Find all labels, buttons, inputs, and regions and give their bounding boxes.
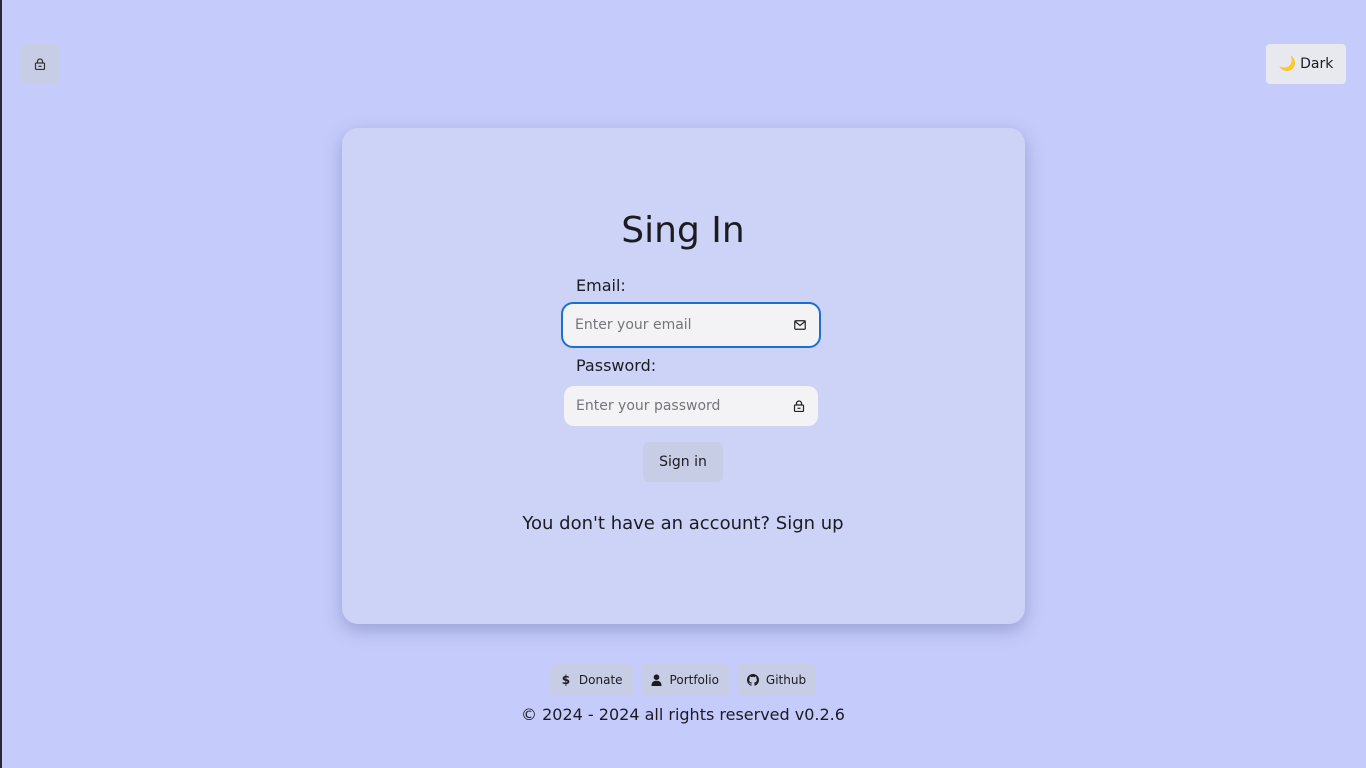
portfolio-label: Portfolio xyxy=(669,673,719,687)
portfolio-link[interactable]: Portfolio xyxy=(640,664,729,696)
github-label: Github xyxy=(765,673,807,687)
signin-button[interactable]: Sign in xyxy=(643,442,723,482)
password-label: Password: xyxy=(576,356,657,375)
moon-icon: 🌙 xyxy=(1278,56,1297,72)
lock-icon xyxy=(34,58,46,70)
github-icon xyxy=(746,674,759,686)
theme-toggle-label: Dark xyxy=(1300,56,1334,72)
signup-prompt-text: You don't have an account? xyxy=(522,513,771,534)
email-field[interactable] xyxy=(575,304,793,346)
signup-link[interactable]: Sign up xyxy=(776,513,844,534)
donate-label: Donate xyxy=(578,673,623,687)
user-icon xyxy=(651,674,663,686)
github-link[interactable]: Github xyxy=(736,664,817,696)
theme-toggle-button[interactable]: 🌙 Dark xyxy=(1266,44,1346,84)
window-edge xyxy=(0,0,2,768)
password-field-wrapper xyxy=(564,386,818,426)
lock-button[interactable] xyxy=(20,44,60,84)
lock-icon xyxy=(792,399,806,413)
email-label: Email: xyxy=(576,276,626,295)
footer-links: $ Donate Portfolio Github xyxy=(0,664,1366,696)
mail-icon xyxy=(793,318,807,332)
signin-card xyxy=(342,128,1025,624)
password-field[interactable] xyxy=(576,386,792,426)
donate-link[interactable]: $ Donate xyxy=(549,664,633,696)
copyright-text: © 2024 - 2024 all rights reserved v0.2.6 xyxy=(521,705,845,724)
signup-prompt: You don't have an account? Sign up xyxy=(0,513,1366,534)
dollar-icon: $ xyxy=(561,673,571,687)
email-field-wrapper xyxy=(561,302,821,348)
page-title: Sing In xyxy=(621,210,745,251)
